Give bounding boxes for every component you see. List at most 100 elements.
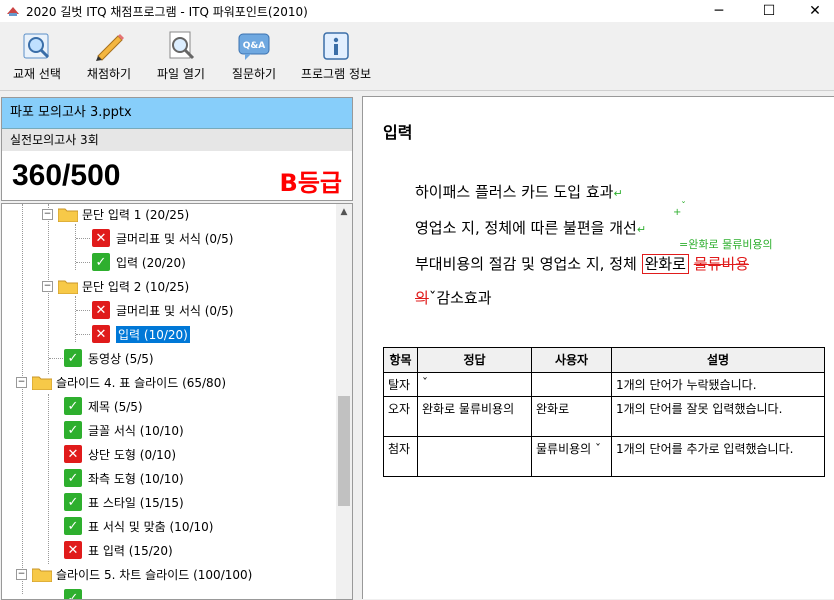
column-header: 사용자: [531, 347, 612, 373]
program-info-label: 프로그램 정보: [300, 67, 372, 81]
book-search-icon: [23, 33, 50, 59]
tree-folder[interactable]: − 슬라이드 4. 표 슬라이드 (65/80): [16, 372, 226, 392]
table-header-row: 항목 정답 사용자 설명: [383, 347, 825, 373]
cell-user: [531, 372, 612, 397]
window-title: 2020 길벗 ITQ 채점프로그램 - ITQ 파워포인트(2010): [26, 5, 308, 19]
info-icon: [323, 32, 349, 60]
file-name: 파포 모의고사 3.pptx: [2, 98, 352, 129]
title-bar: 2020 길벗 ITQ 채점프로그램 - ITQ 파워포인트(2010) ─ ☐…: [0, 0, 834, 22]
tree-item[interactable]: ✓ 표 스타일 (15/15): [64, 492, 184, 512]
open-file-button[interactable]: 파일 열기: [152, 30, 210, 88]
grade-label: 채점하기: [86, 67, 132, 81]
collapse-toggle[interactable]: −: [16, 568, 27, 580]
extra-word: 의: [415, 289, 429, 307]
tree-line: [22, 204, 23, 594]
text-line-1: 하이패스 플러스 카드 도입 효과↵: [415, 181, 623, 202]
cell-user: 물류비용의 ˇ: [531, 436, 612, 477]
tree-item-label: 좌측 도형 (10/10): [88, 471, 184, 486]
table-row: 오자 완화로 물류비용의 완화로 1개의 단어를 잘못 입력했습니다.: [383, 396, 825, 437]
tree-folder[interactable]: − 문단 입력 2 (10/25): [42, 276, 189, 296]
tree-item[interactable]: ✓ 동영상 (5/5): [64, 348, 154, 368]
maximize-button[interactable]: ☐: [746, 0, 792, 22]
tree-item-label: 슬라이드 5. 차트 슬라이드 (100/100): [56, 567, 253, 582]
program-info-button[interactable]: 프로그램 정보: [296, 30, 376, 88]
collapse-toggle[interactable]: −: [16, 376, 27, 388]
tree-item[interactable]: ✓ 좌측 도형 (10/10): [64, 468, 184, 488]
pass-icon: ✓: [64, 589, 82, 599]
folder-icon: [58, 208, 78, 222]
qa-bubble-icon: Q&A: [238, 33, 270, 60]
tree-item[interactable]: ✕ 글머리표 및 서식 (0/5): [92, 300, 233, 320]
grade-button[interactable]: 채점하기: [80, 30, 138, 88]
tree-line: [76, 334, 90, 335]
tree-item[interactable]: ✓ 표 서식 및 맞춤 (10/10): [64, 516, 213, 536]
tree-item-label: 표 서식 및 맞춤 (10/10): [88, 519, 214, 534]
table-row: 첨자 물류비용의 ˇ 1개의 단어를 추가로 입력했습니다.: [383, 436, 825, 477]
collapse-toggle[interactable]: −: [42, 280, 53, 292]
text-line-4: 의ˇ감소효과: [415, 287, 492, 308]
cell-desc: 1개의 단어를 추가로 입력했습니다.: [611, 436, 825, 477]
fail-icon: ✕: [64, 445, 82, 463]
line-text: 하이패스 플러스 카드 도입 효과: [415, 183, 614, 201]
tree-item-label: 글머리표 및 서식 (0/5): [116, 231, 234, 246]
cell-item: 첨자: [383, 436, 418, 477]
paragraph-mark-icon: ↵: [636, 223, 647, 236]
column-header: 항목: [383, 347, 418, 373]
tree-item-label: 문단 입력 1 (20/25): [82, 207, 190, 222]
tree-item[interactable]: ✕ 표 입력 (15/20): [64, 540, 173, 560]
tree-item-label: 제목 (5/5): [88, 399, 143, 414]
minimize-button[interactable]: ─: [696, 0, 742, 22]
tree-item-selected[interactable]: ✕ 입력 (10/20): [92, 324, 190, 344]
tree-item-label: 표 스타일 (15/15): [88, 495, 184, 510]
fail-icon: ✕: [92, 325, 110, 343]
tree-item-label: 입력 (10/20): [116, 325, 190, 343]
close-button[interactable]: ✕: [792, 0, 834, 22]
tree-folder[interactable]: − 문단 입력 1 (20/25): [42, 204, 189, 224]
tree-line: [48, 394, 49, 564]
extra-word: 물류비용: [693, 255, 749, 273]
collapse-toggle[interactable]: −: [42, 208, 53, 220]
scroll-thumb[interactable]: [338, 396, 350, 506]
cell-desc: 1개의 단어가 누락됐습니다.: [611, 372, 825, 397]
tree-item-label: 글꼴 서식 (10/10): [88, 423, 184, 438]
grading-tree[interactable]: − 문단 입력 1 (20/25) ✕ 글머리표 및 서식 (0/5) ✓ 입력…: [1, 203, 353, 600]
cell-answer: ˇ: [417, 372, 532, 397]
cell-answer: 완화로 물류비용의: [417, 396, 532, 437]
svg-text:Q&A: Q&A: [243, 41, 265, 51]
toolbar: 교재 선택 채점하기 파일 열기 Q&A 질문하기 프로그램 정보: [0, 22, 834, 91]
tree-folder[interactable]: − 슬라이드 5. 차트 슬라이드 (100/100): [16, 564, 252, 584]
folder-icon: [32, 568, 52, 582]
pass-icon: ✓: [64, 469, 82, 487]
folder-icon: [58, 280, 78, 294]
fail-icon: ✕: [92, 229, 110, 247]
file-magnifier-icon: [169, 31, 195, 60]
tree-item-label: 슬라이드 4. 표 슬라이드 (65/80): [56, 375, 227, 390]
line-text: 부대비용의 절감 및 영업소 지, 정체: [415, 255, 642, 273]
tree-line: [75, 296, 76, 342]
tree-item[interactable]: ✓ 글꼴 서식 (10/10): [64, 420, 184, 440]
tree-scrollbar[interactable]: ▲: [336, 204, 352, 599]
tree-item[interactable]: ✕ 글머리표 및 서식 (0/5): [92, 228, 233, 248]
tree-item-partial[interactable]: ✓: [64, 588, 88, 599]
total-score: 360/500: [12, 159, 121, 192]
pass-icon: ✓: [92, 253, 110, 271]
open-file-label: 파일 열기: [157, 67, 205, 81]
tree-item[interactable]: ✓ 입력 (20/20): [92, 252, 186, 272]
exam-name: 실전모의고사 3회: [2, 129, 352, 151]
scroll-up-arrow-icon[interactable]: ▲: [336, 204, 352, 220]
score-line: 360/500 B등급: [2, 151, 352, 199]
cell-answer: [417, 436, 532, 477]
ask-question-button[interactable]: Q&A 질문하기: [226, 30, 282, 88]
folder-icon: [32, 376, 52, 390]
fail-icon: ✕: [64, 541, 82, 559]
tree-line: [75, 224, 76, 270]
detail-heading: 입력: [383, 123, 413, 142]
tree-line: [76, 262, 90, 263]
tree-item[interactable]: ✓ 제목 (5/5): [64, 396, 143, 416]
tree-item[interactable]: ✕ 상단 도형 (0/10): [64, 444, 176, 464]
text-line-2: 영업소 지, 정체에 따른 불편을 개선↵: [415, 217, 646, 238]
tree-item-label: 동영상 (5/5): [88, 351, 154, 366]
select-textbook-label: 교재 선택: [13, 67, 61, 81]
cell-item: 오자: [383, 396, 418, 437]
select-textbook-button[interactable]: 교재 선택: [6, 30, 68, 88]
